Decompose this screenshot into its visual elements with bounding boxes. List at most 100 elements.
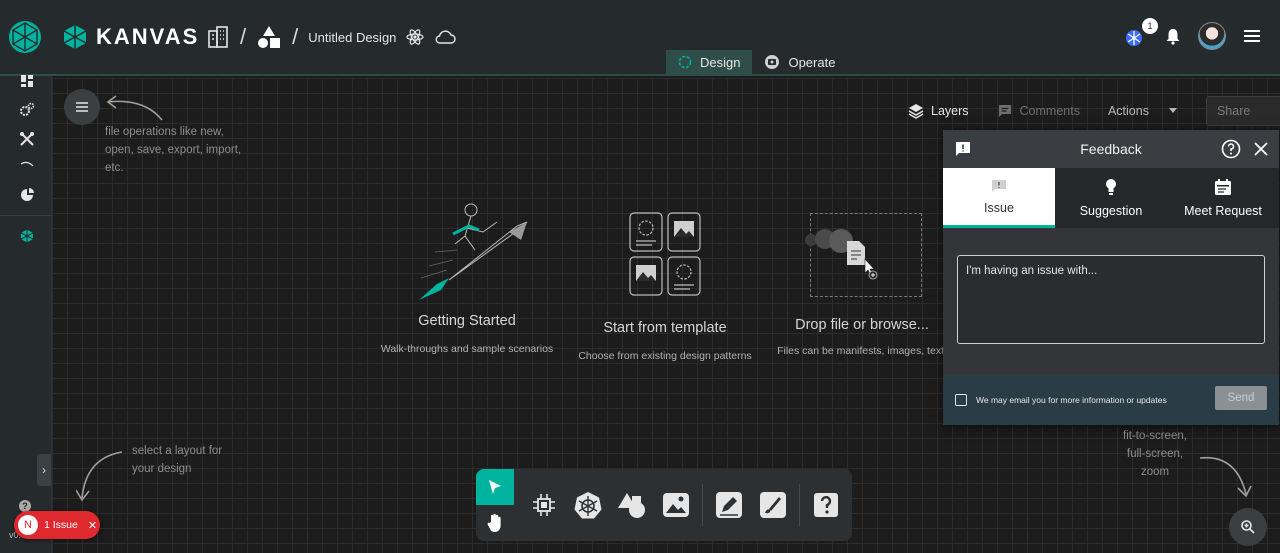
help-tool[interactable] bbox=[804, 483, 848, 527]
pan-tool[interactable] bbox=[476, 505, 514, 541]
bell-icon[interactable] bbox=[1164, 27, 1182, 45]
hamburger-menu-icon[interactable] bbox=[1242, 28, 1262, 44]
kubernetes-icon bbox=[574, 492, 602, 519]
meshery-notification-icon bbox=[1126, 30, 1142, 46]
tab-issue-label: Issue bbox=[984, 200, 1014, 215]
close-icon[interactable]: ✕ bbox=[88, 519, 97, 532]
top-bar: KANVAS / / Untitled Design 1 Design Oper… bbox=[0, 0, 1280, 76]
actions-dropdown[interactable]: Actions bbox=[1108, 104, 1178, 118]
performance-icon bbox=[20, 161, 34, 167]
operate-icon bbox=[765, 55, 780, 69]
layers-button[interactable]: Layers bbox=[908, 103, 969, 119]
tool-divider bbox=[702, 484, 703, 526]
issue-count-label: 1 Issue bbox=[44, 519, 78, 531]
file-menu-button[interactable] bbox=[64, 89, 100, 125]
email-consent-label: We may email you for more information or… bbox=[976, 395, 1167, 405]
feedback-header: Feedback bbox=[943, 130, 1279, 168]
sidebar-item-kanvas[interactable] bbox=[18, 227, 36, 245]
template-card[interactable]: Start from template Choose from existing… bbox=[570, 211, 760, 362]
kubernetes-tool[interactable] bbox=[566, 483, 610, 527]
sidebar-item-lifecycle[interactable] bbox=[18, 101, 36, 119]
kanvas-logo-icon bbox=[63, 25, 87, 49]
feedback-panel: Feedback Issue Suggestion Meet Request I… bbox=[943, 130, 1279, 425]
organization-icon[interactable] bbox=[206, 25, 230, 49]
feedback-footer: We may email you for more information or… bbox=[943, 375, 1279, 425]
question-icon bbox=[814, 493, 838, 517]
layers-icon bbox=[908, 104, 924, 119]
email-consent-checkbox[interactable] bbox=[955, 394, 967, 406]
sidebar-expand-button[interactable]: › bbox=[37, 454, 51, 486]
gears-icon bbox=[20, 102, 35, 116]
sidebar-item-performance[interactable] bbox=[18, 156, 36, 174]
zoom-button[interactable] bbox=[1229, 508, 1267, 546]
help-circle-icon[interactable] bbox=[1221, 139, 1241, 159]
close-icon[interactable] bbox=[1253, 141, 1269, 157]
design-name[interactable]: Untitled Design bbox=[308, 30, 396, 45]
shapes-tool[interactable] bbox=[610, 483, 654, 527]
rocket-rider-icon bbox=[419, 203, 528, 300]
breadcrumb: / / Untitled Design bbox=[206, 24, 457, 50]
getting-started-card[interactable]: Getting Started Walk-throughs and sample… bbox=[374, 200, 560, 355]
layout-hint: select a layout for your design bbox=[132, 445, 223, 475]
hand-icon bbox=[487, 513, 501, 532]
sidebar-item-extensions[interactable] bbox=[18, 186, 36, 204]
cloud-icon[interactable] bbox=[434, 29, 457, 45]
tab-operate-label: Operate bbox=[788, 54, 836, 70]
breadcrumb-separator: / bbox=[240, 24, 247, 49]
layers-label: Layers bbox=[931, 104, 969, 118]
chevron-right-icon: › bbox=[42, 463, 46, 477]
getting-started-subtitle: Walk-throughs and sample scenarios bbox=[380, 343, 554, 355]
tab-issue[interactable]: Issue bbox=[943, 168, 1055, 228]
comments-label: Comments bbox=[1019, 104, 1080, 118]
share-label: Share bbox=[1216, 104, 1251, 118]
getting-started-title: Getting Started bbox=[418, 313, 516, 329]
pen-tool[interactable] bbox=[707, 483, 751, 527]
feedback-tabs: Issue Suggestion Meet Request bbox=[943, 168, 1279, 228]
kanvas-icon bbox=[20, 229, 34, 243]
extensions-icon bbox=[21, 188, 34, 201]
comments-button[interactable]: Comments bbox=[997, 103, 1080, 119]
user-avatar[interactable] bbox=[1198, 22, 1226, 50]
tools-icon bbox=[20, 132, 34, 146]
sidebar-item-dashboard[interactable] bbox=[18, 72, 36, 90]
atom-icon[interactable] bbox=[406, 28, 425, 46]
tab-meet-request[interactable]: Meet Request bbox=[1167, 168, 1279, 228]
issue-indicator[interactable]: N 1 Issue ✕ bbox=[14, 511, 100, 539]
issue-icon bbox=[992, 179, 1006, 192]
share-button[interactable]: Share bbox=[1205, 96, 1280, 126]
meshery-logo-icon[interactable] bbox=[8, 20, 42, 54]
breadcrumb-separator: / bbox=[292, 24, 299, 49]
component-tool[interactable] bbox=[522, 483, 566, 527]
chip-icon bbox=[533, 494, 555, 516]
file-drop-title: Drop file or browse... bbox=[795, 317, 929, 333]
cursor-icon bbox=[489, 480, 501, 494]
file-drop-zone[interactable] bbox=[805, 213, 922, 297]
template-subtitle: Choose from existing design patterns bbox=[578, 350, 752, 362]
comment-icon bbox=[998, 105, 1011, 117]
file-drop-card[interactable]: Drop file or browse... Files can be mani… bbox=[772, 317, 952, 357]
select-tool[interactable] bbox=[476, 469, 514, 505]
send-button[interactable]: Send bbox=[1215, 386, 1267, 410]
feedback-message-input[interactable]: I'm having an issue with... bbox=[957, 255, 1265, 344]
brush-icon bbox=[760, 492, 786, 518]
tab-design[interactable]: Design bbox=[666, 50, 753, 74]
canvas-toolbar: Layers Comments Actions Share bbox=[908, 96, 1280, 126]
brush-tool[interactable] bbox=[751, 483, 795, 527]
left-sidebar: › ? v0. bbox=[0, 75, 52, 553]
brand[interactable]: KANVAS bbox=[62, 24, 199, 50]
dashboard-icon bbox=[21, 75, 33, 87]
tab-operate[interactable]: Operate bbox=[752, 50, 847, 74]
image-icon bbox=[663, 493, 689, 517]
pen-icon bbox=[716, 492, 742, 518]
shapes-icon[interactable] bbox=[256, 25, 282, 49]
image-tool[interactable] bbox=[654, 483, 698, 527]
tab-design-label: Design bbox=[700, 54, 741, 70]
tool-divider bbox=[799, 484, 800, 526]
hint-arrow-icon bbox=[1199, 456, 1252, 498]
actions-label: Actions bbox=[1107, 104, 1149, 118]
sidebar-item-configuration[interactable] bbox=[18, 130, 36, 148]
tab-suggestion[interactable]: Suggestion bbox=[1055, 168, 1167, 228]
notifications-center[interactable]: 1 bbox=[1124, 18, 1158, 48]
template-title: Start from template bbox=[603, 320, 727, 336]
pointer-tool-group bbox=[476, 469, 514, 541]
